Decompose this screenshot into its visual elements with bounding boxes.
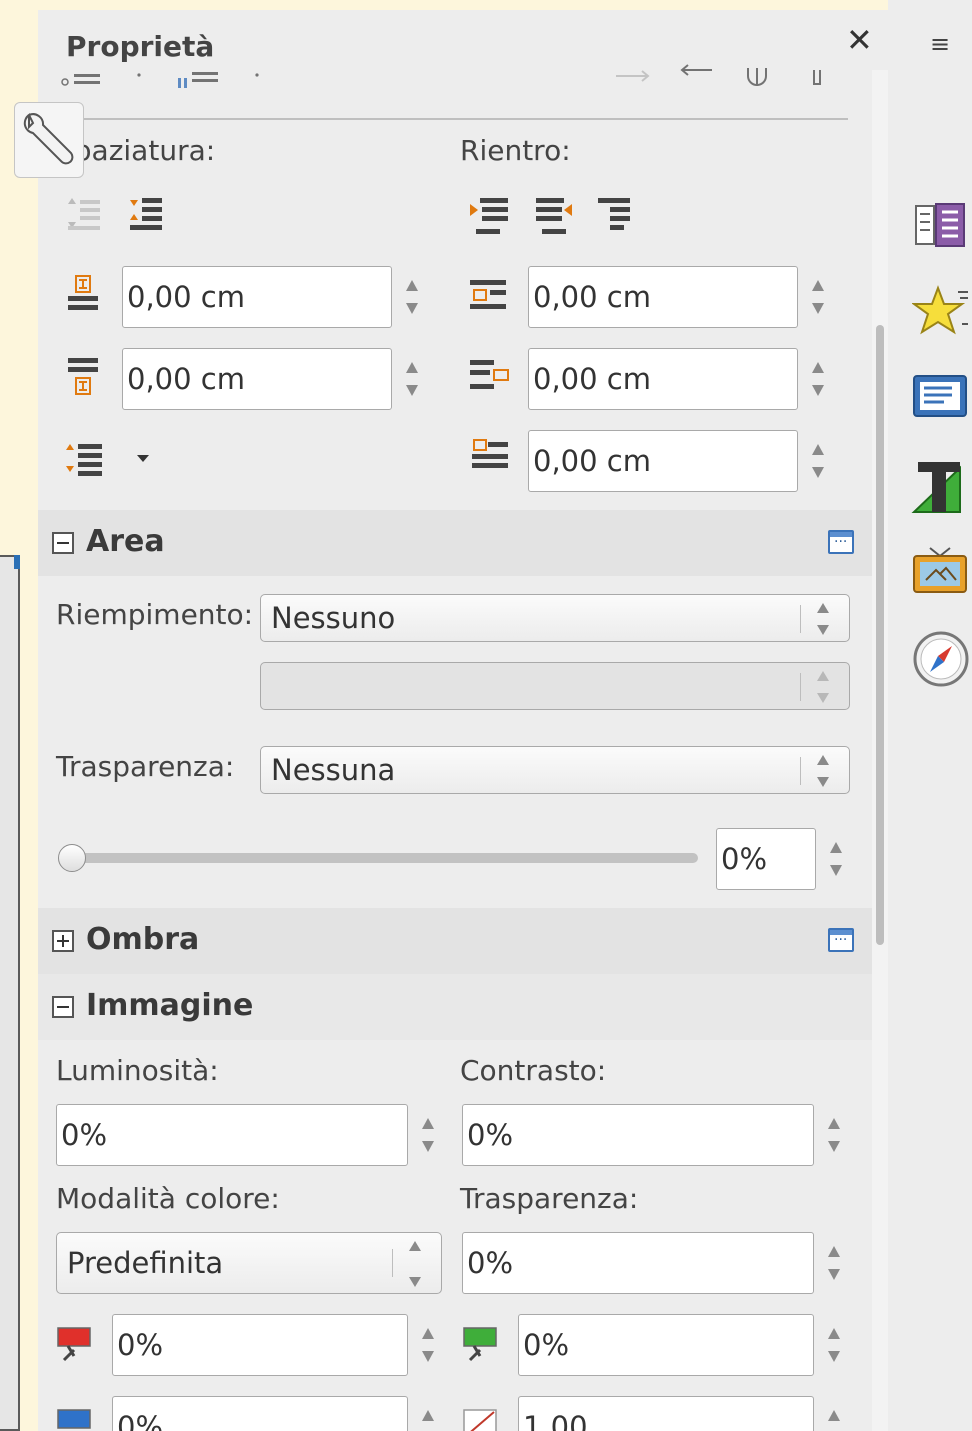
- area-transparency-select[interactable]: Nessuna: [260, 746, 850, 794]
- red-spinner[interactable]: [410, 1314, 446, 1376]
- arrow-right-icon[interactable]: [614, 68, 654, 84]
- decrease-indent-icon[interactable]: [532, 194, 576, 238]
- dot-icon: [255, 73, 259, 77]
- blue-field[interactable]: 0%: [112, 1396, 408, 1431]
- blue-spinner[interactable]: [410, 1396, 446, 1431]
- dot-icon: [137, 73, 141, 77]
- arrow-left-icon[interactable]: [674, 64, 714, 84]
- select-arrows-icon[interactable]: [397, 1233, 433, 1295]
- fill-label: Riempimento:: [56, 598, 254, 631]
- sidebar-menu-icon[interactable]: ≡: [930, 30, 950, 58]
- area-transparency-label: Trasparenza:: [56, 750, 235, 783]
- area-transparency-spinner[interactable]: [818, 828, 854, 890]
- styles-icon[interactable]: [912, 200, 968, 250]
- increase-spacing-icon[interactable]: [126, 194, 166, 234]
- fill-secondary-select: [260, 662, 850, 710]
- collapse-icon[interactable]: [52, 996, 74, 1018]
- contrast-label: Contrasto:: [460, 1054, 607, 1087]
- brightness-spinner[interactable]: [410, 1104, 446, 1166]
- transparency-slider-track[interactable]: [70, 853, 698, 863]
- increase-indent-icon[interactable]: [468, 194, 512, 238]
- decrease-spacing-icon[interactable]: [64, 194, 104, 234]
- panel-title: Proprietà: [66, 30, 215, 63]
- gamma-icon: [463, 1409, 497, 1431]
- image-transparency-label: Trasparenza:: [460, 1182, 639, 1215]
- properties-icon: [23, 113, 74, 165]
- bullets-icon[interactable]: [60, 70, 106, 90]
- numbering-icon[interactable]: [176, 68, 222, 90]
- gamma-field[interactable]: 1,00: [518, 1396, 814, 1431]
- fill-select[interactable]: Nessuno: [260, 594, 850, 642]
- brightness-field[interactable]: 0%: [56, 1104, 408, 1166]
- hanging-indent-icon[interactable]: [596, 194, 640, 238]
- contrast-field[interactable]: 0%: [462, 1104, 814, 1166]
- gallery-icon[interactable]: [912, 284, 970, 340]
- navigator-icon[interactable]: [912, 372, 968, 420]
- area-transparency-percent-field[interactable]: 0%: [716, 828, 816, 890]
- spacing-below-spinner[interactable]: [394, 348, 430, 410]
- brightness-label: Luminosità:: [56, 1054, 219, 1087]
- image-section-title: Immagine: [86, 988, 254, 1023]
- green-channel-icon: [463, 1327, 497, 1362]
- expand-icon[interactable]: [52, 930, 74, 952]
- media-icon[interactable]: [912, 544, 968, 594]
- indent-before-field[interactable]: 0,00 cm: [528, 266, 798, 328]
- indent-before-spinner[interactable]: [800, 266, 836, 328]
- image-section-header[interactable]: Immagine: [38, 974, 872, 1040]
- panel-scrollbar[interactable]: [872, 70, 888, 1431]
- first-line-indent-spinner[interactable]: [800, 430, 836, 492]
- compass-icon[interactable]: [912, 630, 970, 688]
- spacing-above-field[interactable]: 0,00 cm: [122, 266, 392, 328]
- gamma-spinner[interactable]: [816, 1396, 852, 1431]
- red-channel-icon: [57, 1327, 91, 1362]
- color-mode-select[interactable]: Predefinita: [56, 1232, 442, 1294]
- spacing-above-spinner[interactable]: [394, 266, 430, 328]
- area-section-header[interactable]: Area: [38, 510, 872, 576]
- paragraph-mark-icon[interactable]: [744, 66, 770, 88]
- select-arrows-icon[interactable]: [805, 747, 841, 795]
- first-line-indent-icon: [472, 439, 508, 468]
- indent-after-icon: [470, 360, 509, 389]
- chevron-down-icon[interactable]: [136, 454, 150, 464]
- indent-after-spinner[interactable]: [800, 348, 836, 410]
- indent-before-icon: [470, 280, 506, 309]
- first-line-indent-field[interactable]: 0,00 cm: [528, 430, 798, 492]
- document-edge: [0, 555, 20, 1431]
- green-field[interactable]: 0%: [518, 1314, 814, 1376]
- red-field[interactable]: 0%: [112, 1314, 408, 1376]
- green-spinner[interactable]: [816, 1314, 852, 1376]
- pipe-icon[interactable]: [810, 68, 824, 88]
- more-options-icon[interactable]: [828, 530, 854, 554]
- fontwork-icon[interactable]: [910, 456, 968, 518]
- indent-label: Rientro:: [460, 134, 571, 167]
- shadow-section-title: Ombra: [86, 922, 200, 957]
- shadow-section-header[interactable]: Ombra: [38, 908, 872, 974]
- scrollbar-thumb[interactable]: [876, 325, 884, 945]
- select-arrows-icon: [805, 663, 841, 711]
- color-mode-label: Modalità colore:: [56, 1182, 280, 1215]
- spacing-below-field[interactable]: 0,00 cm: [122, 348, 392, 410]
- area-section-title: Area: [86, 524, 165, 559]
- select-arrows-icon[interactable]: [805, 595, 841, 643]
- close-icon[interactable]: ✕: [846, 24, 873, 56]
- image-transparency-field[interactable]: 0%: [462, 1232, 814, 1294]
- contrast-spinner[interactable]: [816, 1104, 852, 1166]
- blue-channel-icon: [57, 1409, 91, 1429]
- properties-panel: Proprietà ✕ Spaziatura: Rientro: 0,00 cm…: [38, 10, 888, 1431]
- tab-properties[interactable]: [14, 102, 84, 178]
- spacing-above-icon: [68, 275, 98, 310]
- spacing-below-icon: [68, 358, 98, 395]
- more-options-icon[interactable]: [828, 928, 854, 952]
- collapse-icon[interactable]: [52, 532, 74, 554]
- indent-after-field[interactable]: 0,00 cm: [528, 348, 798, 410]
- toolbar-divider: [56, 118, 848, 120]
- line-spacing-icon[interactable]: [64, 440, 108, 480]
- transparency-slider-knob[interactable]: [58, 844, 86, 872]
- image-transparency-spinner[interactable]: [816, 1232, 852, 1294]
